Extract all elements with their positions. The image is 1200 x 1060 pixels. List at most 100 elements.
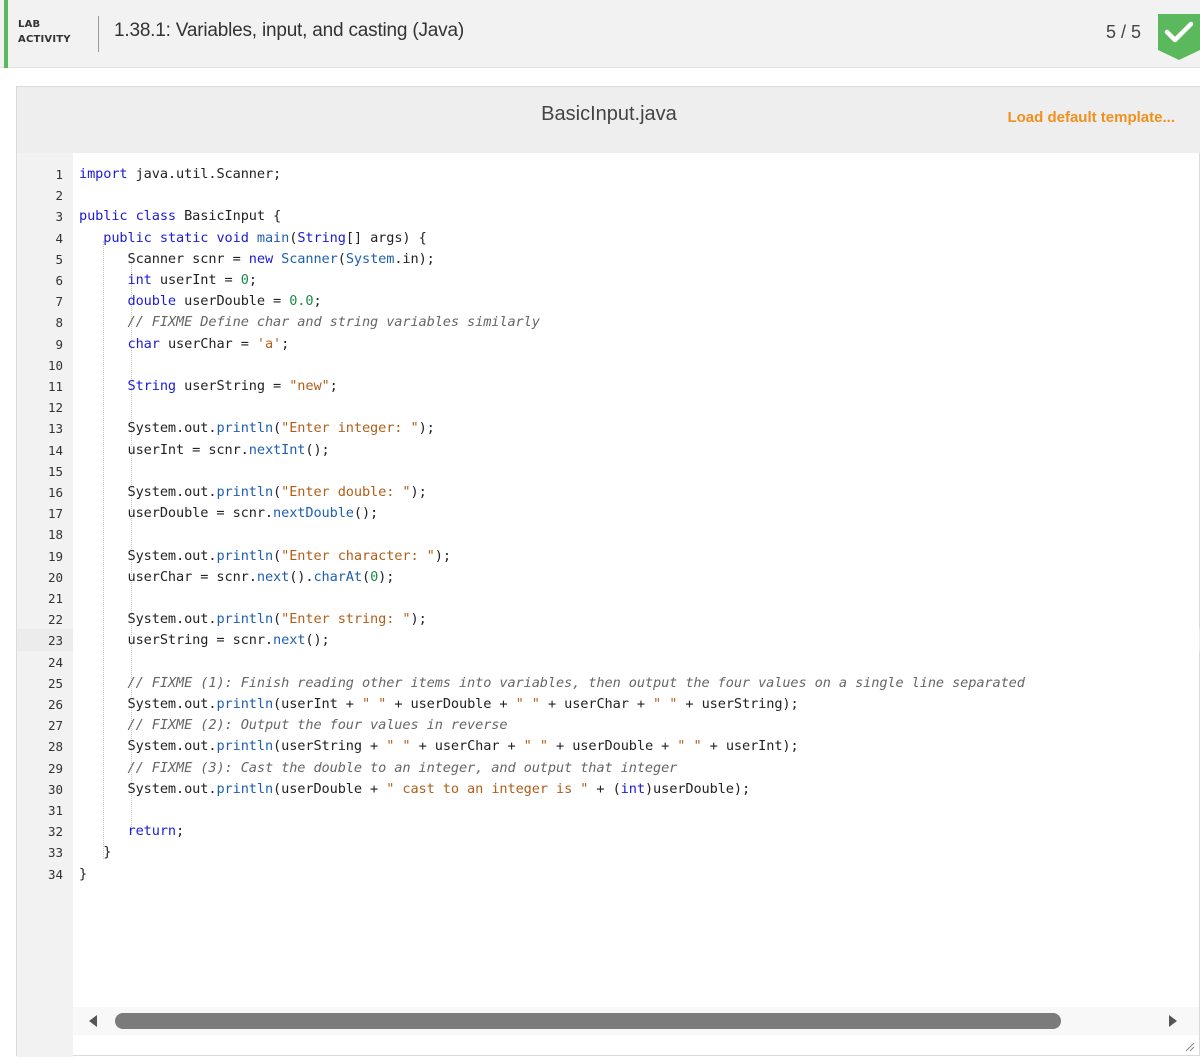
code-line[interactable]: userInt = scnr.nextInt(); bbox=[79, 440, 330, 461]
code-line[interactable]: String userString = "new"; bbox=[79, 376, 338, 397]
code-line[interactable]: char userChar = 'a'; bbox=[79, 334, 290, 355]
line-number: 27 bbox=[47, 718, 63, 734]
code-line[interactable]: System.out.println(userDouble + " cast t… bbox=[79, 779, 751, 800]
code-token: System.out. bbox=[79, 420, 217, 437]
code-token: ); bbox=[434, 547, 451, 564]
code-token: ( bbox=[273, 611, 282, 628]
code-line[interactable]: System.out.println("Enter double: "); bbox=[79, 482, 427, 503]
resize-grip-icon[interactable] bbox=[1183, 1039, 1195, 1052]
line-number: 16 bbox=[47, 485, 63, 500]
file-bar: BasicInput.java Load default template... bbox=[17, 87, 1200, 153]
code-token: (userString + bbox=[273, 738, 387, 755]
line-number: 26 bbox=[47, 697, 63, 712]
lab-header: LAB ACTIVITY 1.38.1: Variables, input, a… bbox=[0, 0, 1200, 68]
code-line[interactable]: } bbox=[79, 842, 111, 863]
code-token: "Enter string: " bbox=[281, 611, 411, 628]
code-token: )userDouble); bbox=[644, 780, 751, 797]
horizontal-scrollbar[interactable] bbox=[73, 1007, 1199, 1035]
code-token: String bbox=[297, 229, 346, 246]
code-line[interactable]: // FIXME Define char and string variable… bbox=[79, 312, 540, 333]
line-number: 28 bbox=[47, 739, 63, 755]
code-line[interactable]: // FIXME (1): Finish reading other items… bbox=[79, 673, 1025, 694]
line-number: 33 bbox=[47, 845, 63, 861]
line-number: 29 bbox=[47, 760, 63, 776]
code-line[interactable]: System.out.println("Enter character: "); bbox=[79, 546, 452, 567]
load-default-template-link[interactable]: Load default template... bbox=[1007, 109, 1175, 126]
code-token: new bbox=[248, 250, 274, 267]
line-number: 14 bbox=[47, 442, 63, 458]
code-token: userString = scnr. bbox=[79, 632, 274, 649]
code-token: ( bbox=[273, 420, 282, 437]
code-line[interactable]: System.out.println("Enter integer: "); bbox=[79, 418, 435, 439]
code-token: ); bbox=[378, 568, 395, 585]
code-line[interactable]: System.out.println("Enter string: "); bbox=[79, 609, 427, 630]
tag-line-2: ACTIVITY bbox=[18, 34, 71, 45]
code-token: + userChar + bbox=[410, 738, 524, 755]
line-number: 19 bbox=[47, 548, 63, 564]
triangle-right-icon[interactable] bbox=[1163, 1013, 1183, 1029]
code-token: " " bbox=[361, 696, 387, 712]
code-token: " " bbox=[653, 696, 678, 712]
code-editor[interactable]: import java.util.Scanner; public class Ba… bbox=[73, 153, 1199, 1033]
line-number: 11 bbox=[47, 379, 63, 394]
lab-activity-tag: LAB ACTIVITY bbox=[18, 17, 98, 51]
code-token: 0 bbox=[240, 272, 249, 288]
code-token: println bbox=[216, 780, 274, 797]
triangle-left-icon[interactable] bbox=[83, 1013, 103, 1029]
code-line[interactable]: int userInt = 0; bbox=[79, 270, 257, 291]
code-token: (). bbox=[289, 568, 314, 585]
code-token: ( bbox=[273, 484, 282, 500]
code-token: + userChar + bbox=[539, 696, 654, 712]
line-number: 20 bbox=[47, 569, 63, 585]
code-token: + userString); bbox=[677, 696, 799, 712]
code-token: ); bbox=[410, 611, 427, 628]
code-token: ); bbox=[418, 420, 435, 437]
line-number: 6 bbox=[55, 273, 63, 288]
code-token: " " bbox=[386, 738, 411, 755]
code-token: ( bbox=[337, 250, 346, 267]
code-token: System.out. bbox=[79, 780, 217, 797]
line-number: 24 bbox=[47, 654, 63, 670]
line-number: 32 bbox=[47, 824, 63, 840]
check-icon bbox=[1158, 14, 1200, 60]
code-line[interactable]: } bbox=[79, 864, 87, 885]
code-line[interactable]: System.out.println(userInt + " " + userD… bbox=[79, 694, 799, 715]
code-line[interactable]: public static void main(String[] args) { bbox=[79, 228, 427, 249]
code-token: 'a' bbox=[256, 335, 282, 352]
line-number: 10 bbox=[47, 357, 63, 373]
code-line[interactable]: System.out.println(userString + " " + us… bbox=[79, 736, 799, 757]
code-line[interactable]: Scanner scnr = new Scanner(System.in); bbox=[79, 249, 435, 270]
code-line[interactable]: userDouble = scnr.nextDouble(); bbox=[79, 503, 379, 524]
code-token: (); bbox=[353, 505, 379, 522]
code-token: ); bbox=[410, 484, 427, 500]
code-line[interactable]: userString = scnr.next(); bbox=[79, 630, 330, 651]
code-line[interactable]: // FIXME (2): Output the four values in … bbox=[79, 715, 508, 736]
code-token: ( bbox=[361, 568, 371, 585]
code-token: return bbox=[127, 823, 177, 840]
code-token: (); bbox=[305, 441, 330, 458]
code-token: nextDouble bbox=[273, 505, 354, 522]
line-number: 22 bbox=[47, 612, 63, 628]
code-token: ; bbox=[176, 823, 185, 840]
code-token: "Enter character: " bbox=[281, 547, 435, 564]
header-divider bbox=[98, 16, 99, 52]
code-line[interactable]: public class BasicInput { bbox=[79, 206, 281, 227]
code-line[interactable]: return; bbox=[79, 821, 185, 842]
code-token: Scanner bbox=[281, 250, 338, 267]
code-token: double bbox=[127, 293, 177, 310]
code-line[interactable]: // FIXME (3): Cast the double to an inte… bbox=[79, 758, 678, 779]
code-token: // FIXME (2): Output the four values in … bbox=[127, 717, 508, 734]
scrollbar-thumb[interactable] bbox=[115, 1013, 1061, 1029]
code-line[interactable]: userChar = scnr.next().charAt(0); bbox=[79, 567, 395, 588]
code-line[interactable]: double userDouble = 0.0; bbox=[79, 291, 322, 312]
code-token: charAt bbox=[313, 568, 362, 585]
code-line[interactable]: import java.util.Scanner; bbox=[79, 164, 281, 185]
line-number: 31 bbox=[47, 803, 63, 818]
code-token: userInt = bbox=[151, 272, 241, 288]
